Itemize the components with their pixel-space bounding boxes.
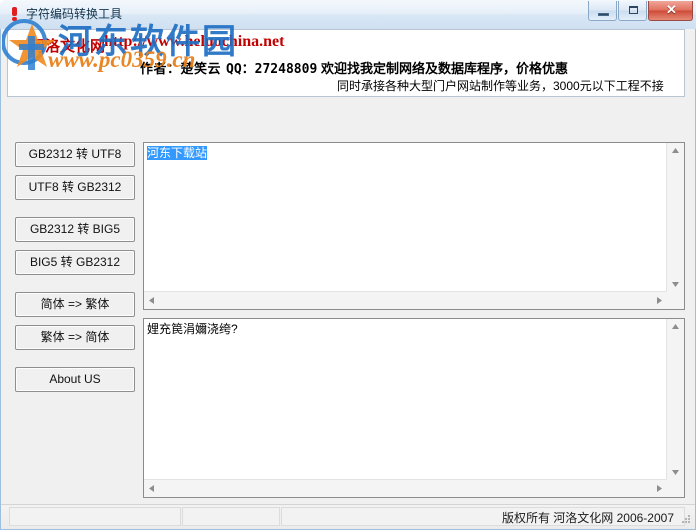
output-scrollbar-corner <box>667 480 684 497</box>
banner-promo-line1: 欢迎找我定制网络及数据库程序，价格优惠 <box>321 61 569 76</box>
traditional-to-simplified-button[interactable]: 繁体 => 简体 <box>15 325 135 350</box>
input-vertical-scrollbar[interactable] <box>666 143 684 292</box>
input-scrollbar-corner <box>667 292 684 309</box>
output-vertical-scrollbar[interactable] <box>666 319 684 480</box>
window-title: 字符编码转换工具 <box>26 7 123 21</box>
input-textarea-content[interactable]: 河东下载站 <box>147 145 664 161</box>
client-area: 河洛文化网 http://www.heluochina.net 作者：楚笑云 Q… <box>1 29 695 529</box>
resize-grip[interactable] <box>678 513 692 527</box>
banner-qq: QQ：27248809 <box>226 62 318 77</box>
status-panel-1 <box>9 507 181 526</box>
output-scroll-right-button[interactable] <box>650 480 667 497</box>
input-scroll-down-button[interactable] <box>667 275 684 292</box>
minimize-icon <box>598 13 609 16</box>
close-icon: ✕ <box>666 2 677 17</box>
output-scroll-left-button[interactable] <box>144 480 161 497</box>
banner-url[interactable]: http://www.heluochina.net <box>104 33 284 51</box>
status-bar: 版权所有 河洛文化网 2006-2007 <box>1 504 695 529</box>
utf8-to-gb2312-button[interactable]: UTF8 转 GB2312 <box>15 175 135 200</box>
banner-author: 作者：楚笑云 <box>140 61 222 76</box>
close-button[interactable]: ✕ <box>648 1 693 21</box>
banner-promo-line2: 同时承接各种大型门户网站制作等业务，3000元以下工程不接 <box>337 79 664 93</box>
status-panel-2 <box>182 507 280 526</box>
window-controls: ✕ <box>588 1 693 21</box>
application-window: 字符编码转换工具 ✕ 河洛文化网 http://www.heluochina.n… <box>0 0 696 530</box>
input-scroll-left-button[interactable] <box>144 292 161 309</box>
about-us-button[interactable]: About US <box>15 367 135 392</box>
output-scroll-up-button[interactable] <box>667 319 684 336</box>
copyright-text: 版权所有 河洛文化网 2006-2007 <box>501 511 674 525</box>
restore-icon <box>629 6 638 14</box>
maximize-button[interactable] <box>618 1 647 21</box>
banner-site-name: 河洛文化网 <box>30 39 106 55</box>
input-horizontal-scrollbar[interactable] <box>144 291 667 309</box>
exclamation-icon <box>7 6 23 22</box>
gb2312-to-utf8-button[interactable]: GB2312 转 UTF8 <box>15 142 135 167</box>
output-horizontal-scrollbar[interactable] <box>144 479 667 497</box>
input-scroll-up-button[interactable] <box>667 143 684 160</box>
minimize-button[interactable] <box>588 1 617 21</box>
simplified-to-traditional-button[interactable]: 简体 => 繁体 <box>15 292 135 317</box>
title-bar[interactable]: 字符编码转换工具 ✕ <box>0 0 696 29</box>
big5-to-gb2312-button[interactable]: BIG5 转 GB2312 <box>15 250 135 275</box>
input-textarea[interactable]: 河东下载站 <box>143 142 685 310</box>
banner-panel: 河洛文化网 http://www.heluochina.net 作者：楚笑云 Q… <box>7 29 685 97</box>
output-textarea[interactable]: 娌充笢涓嬭浇绔? <box>143 318 685 498</box>
output-textarea-content[interactable]: 娌充笢涓嬭浇绔? <box>147 321 664 337</box>
gb2312-to-big5-button[interactable]: GB2312 转 BIG5 <box>15 217 135 242</box>
input-selected-text[interactable]: 河东下载站 <box>147 146 208 160</box>
input-scroll-right-button[interactable] <box>650 292 667 309</box>
status-panel-3: 版权所有 河洛文化网 2006-2007 <box>281 507 685 526</box>
output-scroll-down-button[interactable] <box>667 463 684 480</box>
